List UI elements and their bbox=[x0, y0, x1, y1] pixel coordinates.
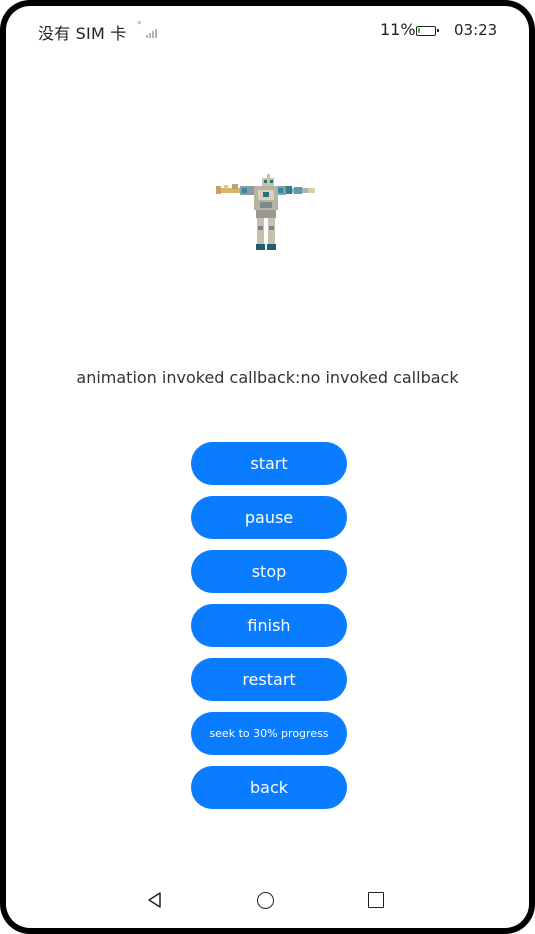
clock: 03:23 bbox=[454, 21, 498, 39]
back-button[interactable]: back bbox=[191, 766, 347, 809]
seek-button[interactable]: seek to 30% progress bbox=[191, 712, 347, 755]
battery-fill bbox=[418, 28, 420, 33]
device-frame: 没有 SIM 卡 * 11% 03:23 animation invoked c… bbox=[0, 0, 535, 934]
back-triangle-icon[interactable] bbox=[146, 891, 162, 909]
home-circle-icon[interactable] bbox=[257, 892, 274, 909]
start-button[interactable]: start bbox=[191, 442, 347, 485]
stop-button[interactable]: stop bbox=[191, 550, 347, 593]
recent-square-icon[interactable] bbox=[368, 892, 384, 908]
carrier-text: 没有 SIM 卡 bbox=[38, 24, 127, 43]
signal-marker: * bbox=[137, 20, 142, 30]
navigation-bar bbox=[6, 886, 529, 916]
battery-icon bbox=[416, 26, 439, 36]
restart-button[interactable]: restart bbox=[191, 658, 347, 701]
robot-model-graphic bbox=[216, 174, 315, 250]
battery-percent: 11% bbox=[380, 20, 416, 39]
robot-model-icon bbox=[214, 168, 318, 258]
finish-button[interactable]: finish bbox=[191, 604, 347, 647]
callback-status-text: animation invoked callback:no invoked ca… bbox=[76, 368, 459, 387]
status-bar: 没有 SIM 卡 * 11% 03:23 bbox=[6, 6, 529, 56]
pause-button[interactable]: pause bbox=[191, 496, 347, 539]
app-screen: 没有 SIM 卡 * 11% 03:23 animation invoked c… bbox=[6, 6, 529, 928]
signal-icon: * bbox=[137, 20, 159, 38]
